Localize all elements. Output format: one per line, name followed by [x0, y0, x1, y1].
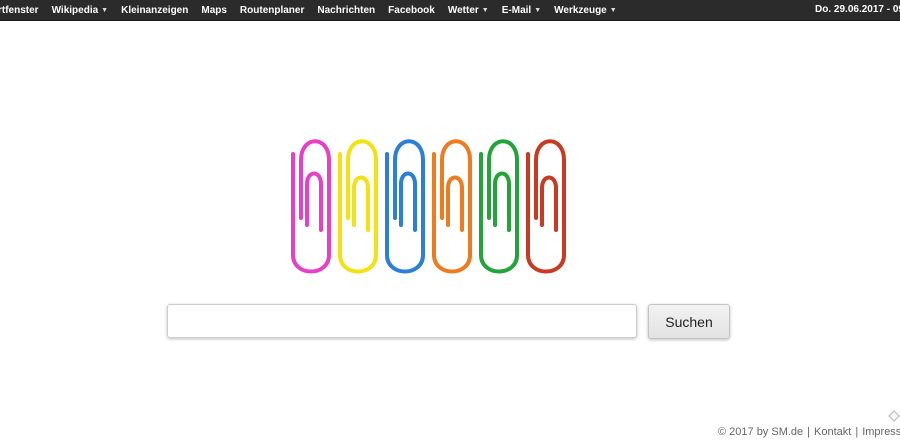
- copyright-text: © 2017 by SM.de: [718, 426, 804, 438]
- paperclip-orange-icon: [432, 139, 472, 274]
- nav-item-label: E-Mail: [501, 4, 532, 16]
- nav-item-wetter[interactable]: Wetter ▼: [448, 5, 489, 16]
- paperclip-red-inner-loop: [540, 175, 558, 232]
- nav-item-email[interactable]: E-Mail ▼: [502, 5, 541, 16]
- nav-item-label: Kleinanzeigen: [121, 4, 189, 16]
- footer-separator: |: [855, 426, 859, 438]
- nav-item-werkzeuge[interactable]: Werkzeuge ▼: [554, 5, 617, 16]
- footer: © 2017 by SM.de | Kontakt | Impress: [718, 426, 900, 438]
- dropdown-caret-icon: ▼: [481, 6, 489, 14]
- imprint-link[interactable]: Impress: [862, 426, 900, 438]
- date-time-display: Do. 29.06.2017 - 09: [815, 4, 900, 15]
- nav-item-label: Wetter: [447, 4, 479, 16]
- nav-item-label: Facebook: [388, 4, 435, 16]
- nav-item-label: Nachrichten: [317, 4, 376, 16]
- nav-menu: rtfenster Wikipedia ▼ Kleinanzeigen Maps …: [0, 5, 630, 16]
- nav-item-label: Wikipedia: [51, 4, 99, 16]
- nav-item-label: Maps: [201, 4, 227, 16]
- search-input[interactable]: [167, 304, 637, 338]
- nav-item-label: rtfenster: [0, 4, 39, 16]
- nav-item-facebook[interactable]: Facebook: [388, 5, 435, 16]
- dropdown-caret-icon: ▼: [534, 6, 542, 14]
- nav-item-label: Werkzeuge: [554, 4, 607, 16]
- paperclip-green-inner-loop: [493, 171, 511, 232]
- search-button[interactable]: Suchen: [648, 304, 730, 339]
- corner-settings-icon[interactable]: [888, 410, 900, 422]
- paperclip-green-icon: [479, 139, 519, 274]
- nav-item-label: Routenplaner: [239, 4, 305, 16]
- nav-item-kleinanzeigen[interactable]: Kleinanzeigen: [121, 5, 188, 16]
- nav-item-maps[interactable]: Maps: [201, 5, 227, 16]
- nav-item-routenplaner[interactable]: Routenplaner: [240, 5, 304, 16]
- top-navigation-bar: rtfenster Wikipedia ▼ Kleinanzeigen Maps …: [0, 0, 900, 21]
- nav-item-wikipedia[interactable]: Wikipedia ▼: [52, 5, 109, 16]
- paperclip-blue-icon: [385, 139, 425, 274]
- footer-separator: |: [807, 426, 811, 438]
- paperclip-yellow-inner-loop: [352, 175, 370, 232]
- dropdown-caret-icon: ▼: [609, 6, 617, 14]
- paperclip-yellow-icon: [338, 139, 378, 274]
- paperclip-red-icon: [526, 139, 566, 274]
- nav-item-nachrichten[interactable]: Nachrichten: [317, 5, 375, 16]
- paperclip-blue-inner-loop: [399, 171, 417, 232]
- nav-item-startfenster[interactable]: rtfenster: [0, 5, 39, 16]
- contact-link[interactable]: Kontakt: [814, 426, 851, 438]
- paperclip-pink-icon: [291, 139, 331, 274]
- paperclip-orange-inner-loop: [446, 175, 464, 232]
- paperclips-logo: [291, 139, 566, 274]
- paperclip-pink-inner-loop: [305, 171, 323, 232]
- dropdown-caret-icon: ▼: [101, 6, 109, 14]
